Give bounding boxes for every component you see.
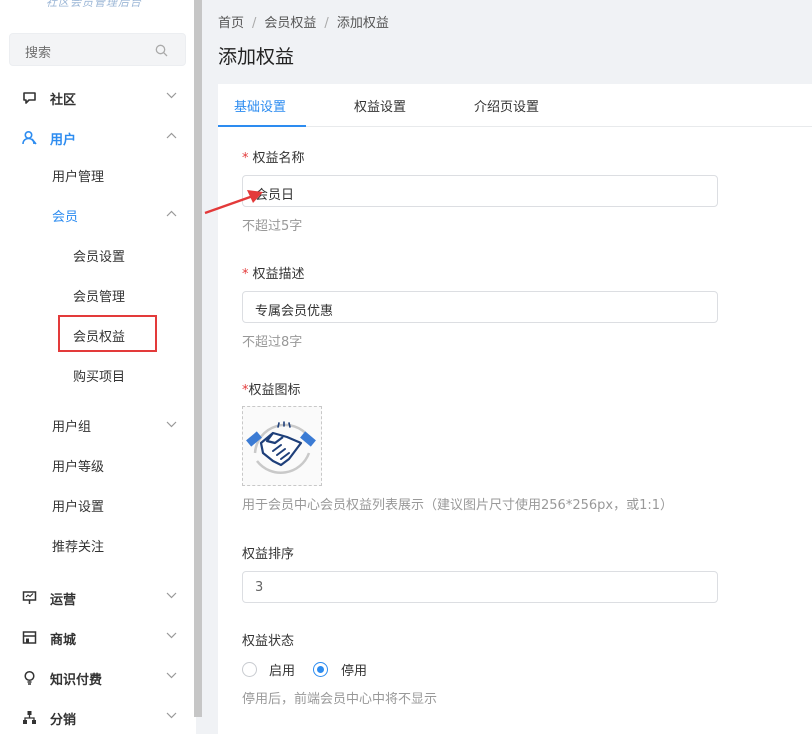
tab-rights-settings[interactable]: 权益设置 — [354, 96, 406, 115]
status-disable-label[interactable]: 停用 — [341, 660, 367, 679]
breadcrumb-separator: / — [324, 16, 329, 31]
chevron-down-icon — [166, 632, 177, 639]
user-icon — [22, 130, 37, 145]
status-enable-label[interactable]: 启用 — [269, 660, 295, 679]
search-placeholder: 搜索 — [25, 46, 52, 61]
breadcrumb: 首页 / 会员权益 / 添加权益 — [218, 12, 389, 31]
logo: 社区会员管理后台 — [46, 0, 142, 8]
name-input[interactable]: 会员日 — [242, 175, 718, 207]
chevron-down-icon — [166, 672, 177, 679]
breadcrumb-separator: / — [252, 16, 257, 31]
sort-label: 权益排序 — [242, 547, 295, 562]
handshake-icon — [246, 421, 316, 474]
tab-active-indicator — [218, 125, 306, 127]
nav-knowledge-label: 知识付费 — [50, 673, 103, 688]
desc-hint: 不超过8字 — [242, 335, 303, 350]
nav-user-level[interactable]: 用户等级 — [52, 456, 104, 475]
nav-recommend-follow[interactable]: 推荐关注 — [52, 536, 104, 555]
nav-purchase-items[interactable]: 购买项目 — [73, 366, 125, 385]
tab-basic-settings[interactable]: 基础设置 — [234, 96, 286, 115]
nav-user-settings[interactable]: 用户设置 — [52, 496, 104, 515]
status-hint: 停用后，前端会员中心中将不显示 — [242, 692, 438, 707]
nav-mall-label: 商城 — [50, 633, 77, 648]
nav-community[interactable]: 社区 — [0, 82, 196, 112]
hierarchy-icon — [23, 711, 36, 724]
status-label: 权益状态 — [242, 634, 295, 649]
nav-user-label: 用户 — [50, 133, 77, 148]
sidebar: 社区会员管理后台 搜索 社区 用户 用户管理 会员 会员设置 会员管理 会员权益… — [0, 0, 196, 734]
nav-user[interactable]: 用户 — [0, 122, 196, 152]
nav-operations[interactable]: 运营 — [0, 582, 196, 612]
nav-member-settings[interactable]: 会员设置 — [73, 246, 125, 265]
search-input[interactable]: 搜索 — [9, 33, 186, 66]
chevron-down-icon — [166, 421, 177, 428]
icon-label: *权益图标 — [242, 383, 301, 398]
nav-user-group[interactable]: 用户组 — [52, 416, 91, 435]
status-disable-radio[interactable] — [313, 662, 328, 677]
nav-user-manage[interactable]: 用户管理 — [52, 166, 104, 185]
store-icon — [22, 631, 37, 644]
nav-distribution-label: 分销 — [50, 713, 77, 728]
annotation-arrow-icon — [204, 190, 263, 215]
status-enable-radio[interactable] — [242, 662, 257, 677]
lightbulb-icon — [24, 670, 35, 685]
breadcrumb-member-rights[interactable]: 会员权益 — [264, 16, 316, 31]
chevron-down-icon — [166, 92, 177, 99]
presentation-icon — [22, 591, 37, 604]
breadcrumb-current: 添加权益 — [336, 16, 389, 31]
nav-knowledge[interactable]: 知识付费 — [0, 662, 196, 692]
icon-hint: 用于会员中心会员权益列表展示（建议图片尺寸使用256*256px，或1:1） — [242, 498, 673, 513]
nav-mall[interactable]: 商城 — [0, 622, 196, 652]
nav-community-label: 社区 — [50, 93, 77, 108]
sort-input[interactable]: 3 — [242, 571, 718, 603]
chevron-down-icon — [166, 592, 177, 599]
nav-operations-label: 运营 — [50, 593, 77, 608]
page-title: 添加权益 — [218, 46, 295, 68]
nav-distribution[interactable]: 分销 — [0, 702, 196, 732]
icon-upload[interactable] — [242, 406, 322, 486]
breadcrumb-home[interactable]: 首页 — [218, 16, 244, 31]
desc-label: * 权益描述 — [242, 267, 305, 282]
chevron-up-icon — [166, 210, 177, 217]
desc-input[interactable]: 专属会员优惠 — [242, 291, 718, 323]
nav-member-manage[interactable]: 会员管理 — [73, 286, 125, 305]
search-icon — [155, 44, 168, 57]
tab-bar: 基础设置 权益设置 介绍页设置 — [218, 84, 812, 127]
nav-member[interactable]: 会员 — [52, 206, 78, 225]
tab-intro-settings[interactable]: 介绍页设置 — [474, 96, 539, 115]
chevron-down-icon — [166, 712, 177, 719]
chevron-up-icon — [166, 132, 177, 139]
chat-icon — [23, 92, 36, 104]
annotation-highlight-box — [58, 315, 157, 352]
name-label: * 权益名称 — [242, 151, 305, 166]
sidebar-scrollbar[interactable] — [194, 0, 202, 717]
form-card: 基础设置 权益设置 介绍页设置 * 权益名称 会员日 不超过5字 * 权益描述 专属… — [218, 84, 812, 734]
